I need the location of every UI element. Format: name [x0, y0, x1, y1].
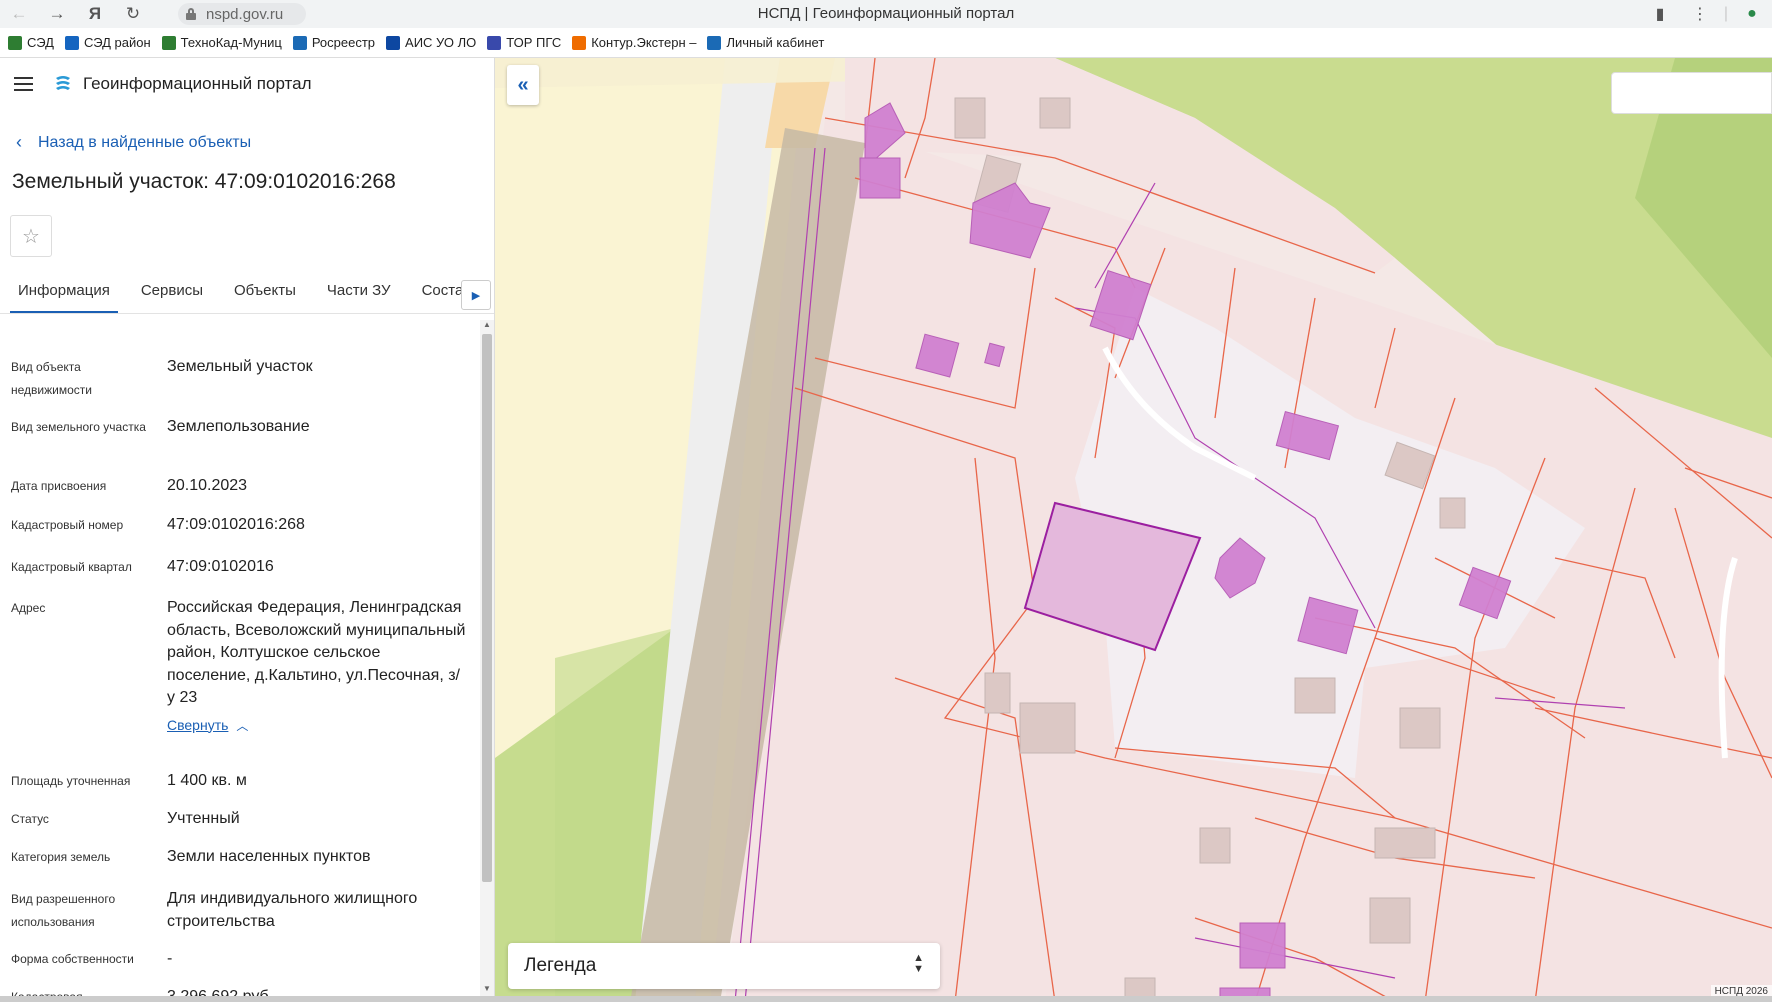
- attribute-value: 1 400 кв. м: [167, 772, 247, 789]
- tab-parcel-parts[interactable]: Части ЗУ: [319, 282, 399, 313]
- attribute-label: Вид разрешенного использования: [11, 892, 116, 929]
- bookmark-label: ТОР ПГС: [506, 35, 562, 50]
- reload-icon[interactable]: ↻: [114, 0, 152, 28]
- bookmark-favicon-icon: [8, 35, 22, 50]
- attribute-label: Статус: [11, 812, 49, 826]
- attribute-label: Категория земель: [11, 850, 111, 864]
- tab-services[interactable]: Сервисы: [133, 282, 211, 313]
- app-header: Геоинформационный портал: [0, 58, 494, 110]
- bookmark-favicon-icon: [572, 35, 587, 50]
- tab-information[interactable]: Информация: [10, 282, 118, 313]
- attribute-value: Для индивидуального жилищного строительс…: [167, 890, 418, 930]
- attribute-value: Земельный участок: [167, 358, 313, 375]
- bookmark-item[interactable]: ТехноКад-Муниц: [161, 35, 282, 50]
- bookmark-label: АИС УО ЛО: [405, 35, 477, 50]
- attribute-value: Учтенный: [167, 810, 240, 827]
- attribute-value: -: [167, 950, 173, 967]
- forward-icon[interactable]: →: [38, 0, 76, 28]
- extension-icon[interactable]: ●: [1732, 5, 1772, 23]
- bookmarks-bar: СЭД СЭД район ТехноКад-Муниц Росреестр АИС У…: [0, 28, 1772, 58]
- bookmark-item[interactable]: ТОР ПГС: [487, 35, 561, 50]
- bookmark-item[interactable]: СЭД: [8, 35, 54, 50]
- tabs-scroll-right-icon[interactable]: ▶: [461, 280, 491, 310]
- expand-collapse-icon: ▲ ▼: [913, 952, 924, 975]
- yandex-icon[interactable]: Я: [76, 0, 114, 28]
- attribute-value-wrap: Российская Федерация, Ленинградская обла…: [167, 597, 467, 737]
- attribute-label: Площадь уточненная: [11, 774, 131, 788]
- hamburger-icon[interactable]: [14, 77, 33, 91]
- bookmark-item[interactable]: АИС УО ЛО: [386, 35, 476, 50]
- attribute-value: Землепользование: [167, 418, 310, 435]
- attribute-value: 47:09:0102016:268: [167, 516, 305, 533]
- scroll-up-icon[interactable]: ▲: [482, 320, 492, 332]
- bookmark-label: ТехноКад-Муниц: [180, 35, 282, 50]
- app-title: Геоинформационный портал: [83, 74, 312, 93]
- address-bar[interactable]: nspd.gov.ru: [178, 3, 306, 25]
- lock-icon: [186, 8, 196, 20]
- chevron-up-icon[interactable]: ︿: [236, 715, 248, 738]
- attribute-value: 20.10.2023: [167, 477, 248, 494]
- object-title: Земельный участок: 47:09:0102016:268: [12, 170, 396, 193]
- back-to-results-link[interactable]: ‹ Назад в найденные объекты: [16, 132, 251, 153]
- taskbar: [0, 996, 1772, 1002]
- attributes-list: Вид объекта недвижимости Земельный участ…: [0, 320, 478, 1002]
- attribute-label: Вид земельного участка: [11, 420, 146, 434]
- chevron-left-icon: ‹: [16, 132, 22, 152]
- map-view[interactable]: [495, 58, 1772, 1002]
- bookmark-favicon-icon: [487, 35, 502, 50]
- tab-objects[interactable]: Объекты: [226, 282, 304, 313]
- back-icon[interactable]: ←: [0, 0, 38, 28]
- attribute-label: Дата присвоения: [11, 479, 107, 493]
- bookmark-label: Росреестр: [311, 35, 376, 50]
- panel-scrollbar-thumb[interactable]: [482, 334, 492, 882]
- attribute-label: Адрес: [11, 601, 46, 615]
- bookmark-label: СЭД район: [83, 35, 151, 50]
- collapse-panel-icon[interactable]: «: [507, 65, 539, 105]
- attribute-value: Земли населенных пунктов: [167, 848, 371, 865]
- tabs-bar: Информация Сервисы Объекты Части ЗУ Сост…: [0, 270, 494, 314]
- bookmark-favicon-icon: [386, 35, 401, 50]
- bookmark-favicon-icon: [64, 35, 79, 50]
- bookmark-label: СЭД: [27, 35, 54, 50]
- attribute-label: Кадастровый квартал: [11, 560, 132, 574]
- separator: |: [1723, 5, 1729, 22]
- favorite-star-icon[interactable]: ☆: [10, 215, 52, 257]
- map-search-input[interactable]: [1611, 72, 1772, 114]
- bookmark-icon[interactable]: ▮: [1640, 4, 1680, 24]
- url-text: nspd.gov.ru: [206, 5, 284, 23]
- collapse-address-link[interactable]: Свернуть: [167, 714, 228, 737]
- attribute-label: Вид объекта недвижимости: [11, 360, 92, 397]
- info-panel: Геоинформационный портал ‹ Назад в найде…: [0, 58, 495, 1002]
- bookmark-item[interactable]: Личный кабинет: [707, 35, 824, 50]
- menu-dots-icon[interactable]: ⋮: [1680, 4, 1720, 24]
- scroll-down-icon[interactable]: ▼: [482, 984, 492, 996]
- bookmark-favicon-icon: [707, 35, 722, 50]
- bookmark-favicon-icon: [292, 35, 307, 50]
- bookmark-item[interactable]: Росреестр: [292, 35, 376, 50]
- legend-toggle[interactable]: Легенда ▲ ▼: [508, 943, 940, 989]
- map-canvas[interactable]: [495, 58, 1772, 1002]
- back-link-label: Назад в найденные объекты: [38, 133, 252, 151]
- attribute-value: Российская Федерация, Ленинградская обла…: [167, 599, 466, 706]
- legend-label: Легенда: [524, 955, 597, 976]
- attribute-label: Форма собственности: [11, 952, 134, 966]
- attribute-label: Кадастровый номер: [11, 518, 124, 532]
- bookmark-favicon-icon: [161, 35, 176, 50]
- portal-logo-icon: [53, 74, 73, 94]
- browser-actions: ▮ ⋮ | ●: [1640, 0, 1772, 28]
- attribute-value: 47:09:0102016: [167, 558, 274, 575]
- bookmark-item[interactable]: СЭД район: [64, 35, 151, 50]
- bookmark-label: Личный кабинет: [726, 35, 825, 50]
- bookmark-item[interactable]: Контур.Экстерн –: [572, 35, 696, 50]
- bookmark-label: Контур.Экстерн –: [591, 35, 697, 50]
